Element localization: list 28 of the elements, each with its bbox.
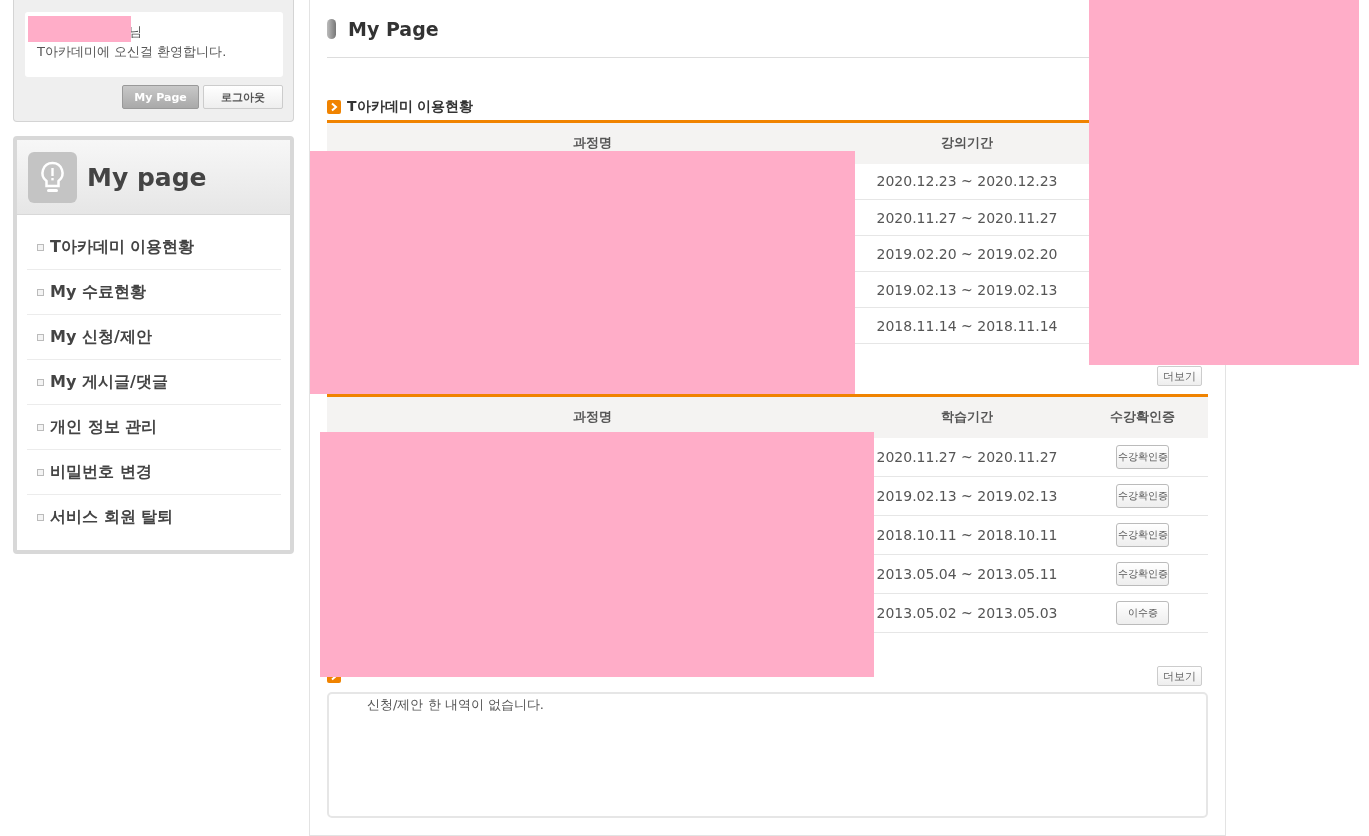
page-title: My Page (348, 17, 439, 40)
sidebar-title: My page (87, 162, 207, 192)
column-header: 수강확인증 (1077, 395, 1208, 438)
empty-message: 신청/제안 한 내역이 없습니다. (367, 697, 544, 712)
table-cell: 2019.02.13 ~ 2019.02.13 (857, 271, 1077, 308)
certificate-button[interactable]: 수강확인증 (1116, 444, 1169, 469)
certificate-button[interactable]: 수강확인증 (1116, 562, 1169, 586)
section-title: T아카데미 이용현황 (347, 98, 474, 116)
more-button[interactable]: 더보기 (1157, 366, 1202, 386)
sidebar-item[interactable]: 개인 정보 관리 (27, 405, 281, 450)
sidebar-item[interactable]: T아카데미 이용현황 (27, 225, 281, 270)
column-header: 학습기간 (857, 395, 1077, 438)
table-cell: 2020.11.27 ~ 2020.11.27 (857, 199, 1077, 236)
sidebar-item[interactable]: 비밀번호 변경 (27, 450, 281, 495)
certificate-button[interactable]: 수강확인증 (1116, 523, 1169, 547)
welcome-text: T아카데미에 오신걸 환영합니다. (37, 43, 228, 61)
column-header: 강의기간 (857, 121, 1077, 164)
sidebar-item[interactable]: My 신청/제안 (27, 315, 281, 360)
more-button[interactable]: 더보기 (1157, 666, 1202, 686)
sidebar-item[interactable]: 서비스 회원 탈퇴 (27, 495, 281, 540)
table-cell: 2020.12.23 ~ 2020.12.23 (857, 163, 1077, 200)
certificate-button[interactable]: 이수증 (1116, 601, 1169, 625)
table-cell: 2019.02.20 ~ 2019.02.20 (857, 235, 1077, 272)
logout-button[interactable]: 로그아웃 (203, 85, 283, 109)
table-cell: 2018.11.14 ~ 2018.11.14 (857, 307, 1077, 344)
sidebar-item[interactable]: My 게시글/댓글 (27, 360, 281, 405)
certificate-button[interactable]: 수강확인증 (1116, 484, 1169, 508)
sidebar-item[interactable]: My 수료현황 (27, 270, 281, 315)
